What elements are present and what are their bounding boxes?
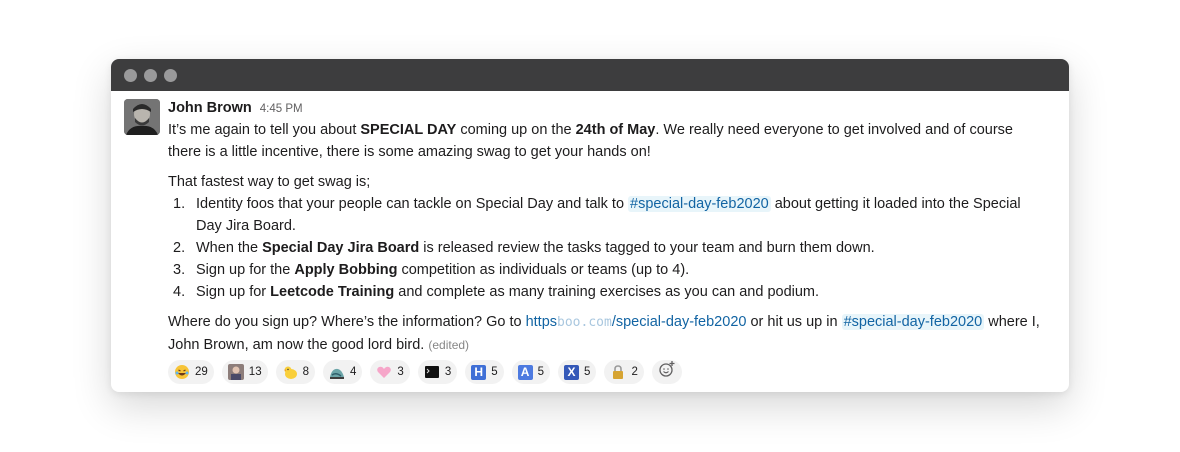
pink-heart-emoji-icon bbox=[376, 364, 392, 380]
channel-mention[interactable]: #special-day-feb2020 bbox=[628, 196, 771, 212]
reaction-wave-shoe[interactable]: 4 bbox=[323, 360, 363, 384]
reaction-terminal[interactable]: 3 bbox=[417, 360, 458, 384]
window-close-dot[interactable] bbox=[124, 68, 137, 82]
reaction-laughing[interactable]: 29 bbox=[168, 360, 214, 384]
signup-link[interactable]: httpsboo.com/special-day-feb2020 bbox=[526, 314, 747, 330]
letter-a-emoji-icon: A bbox=[517, 364, 533, 380]
reaction-padlock[interactable]: 2 bbox=[604, 360, 644, 384]
person-avatar-emoji-icon bbox=[227, 364, 244, 380]
channel-mention[interactable]: #special-day-feb2020 bbox=[841, 314, 985, 330]
timestamp[interactable]: 4:45 PM bbox=[260, 98, 303, 120]
reaction-letter-h[interactable]: H 5 bbox=[465, 360, 504, 384]
add-reaction-button[interactable] bbox=[651, 360, 682, 385]
reaction-person[interactable]: 13 bbox=[221, 360, 268, 384]
message-intro: That fastest way to get swag is; bbox=[168, 174, 371, 190]
edited-label: (edited) bbox=[428, 338, 470, 352]
steps-list: 1. Identity foos that your people can tac… bbox=[168, 193, 1048, 303]
chick-emoji-icon bbox=[282, 364, 298, 380]
reaction-letter-x[interactable]: X 5 bbox=[558, 360, 597, 384]
avatar[interactable] bbox=[124, 99, 160, 135]
list-item: 3. Sign up for the Apply Bobbing competit… bbox=[173, 262, 690, 278]
reaction-letter-a[interactable]: A 5 bbox=[511, 360, 551, 384]
reaction-heart[interactable]: 3 bbox=[370, 360, 410, 384]
reactions-bar: 29 13 8 4 3 3 H 5 A 5 X 5 2 bbox=[168, 360, 1048, 384]
wave-shoe-emoji-icon bbox=[329, 364, 345, 380]
add-emoji-icon bbox=[658, 360, 676, 385]
window-zoom-dot[interactable] bbox=[164, 68, 177, 82]
letter-h-emoji-icon: H bbox=[471, 364, 487, 380]
window-minimize-dot[interactable] bbox=[144, 68, 157, 82]
message-closing: Where do you sign up? Where’s the inform… bbox=[168, 314, 1040, 353]
reaction-chick[interactable]: 8 bbox=[275, 360, 315, 384]
laughing-emoji-icon bbox=[174, 364, 190, 380]
message-header: John Brown 4:45 PM bbox=[168, 97, 1048, 119]
terminal-emoji-icon bbox=[424, 364, 440, 380]
list-item: 1. Identity foos that your people can tac… bbox=[173, 196, 1021, 234]
message-content: John Brown 4:45 PM It’s me again to tell… bbox=[168, 97, 1048, 384]
message-paragraph-1: It’s me again to tell you about SPECIAL … bbox=[168, 122, 1013, 160]
chat-window: John Brown 4:45 PM It’s me again to tell… bbox=[111, 59, 1069, 392]
list-item: 4. Sign up for Leetcode Training and comp… bbox=[173, 284, 820, 300]
window-titlebar bbox=[111, 59, 1069, 91]
author-name[interactable]: John Brown bbox=[168, 97, 252, 119]
letter-x-emoji-icon: X bbox=[564, 364, 580, 380]
padlock-emoji-icon bbox=[610, 364, 626, 380]
list-item: 2. When the Special Day Jira Board is rel… bbox=[173, 240, 875, 256]
